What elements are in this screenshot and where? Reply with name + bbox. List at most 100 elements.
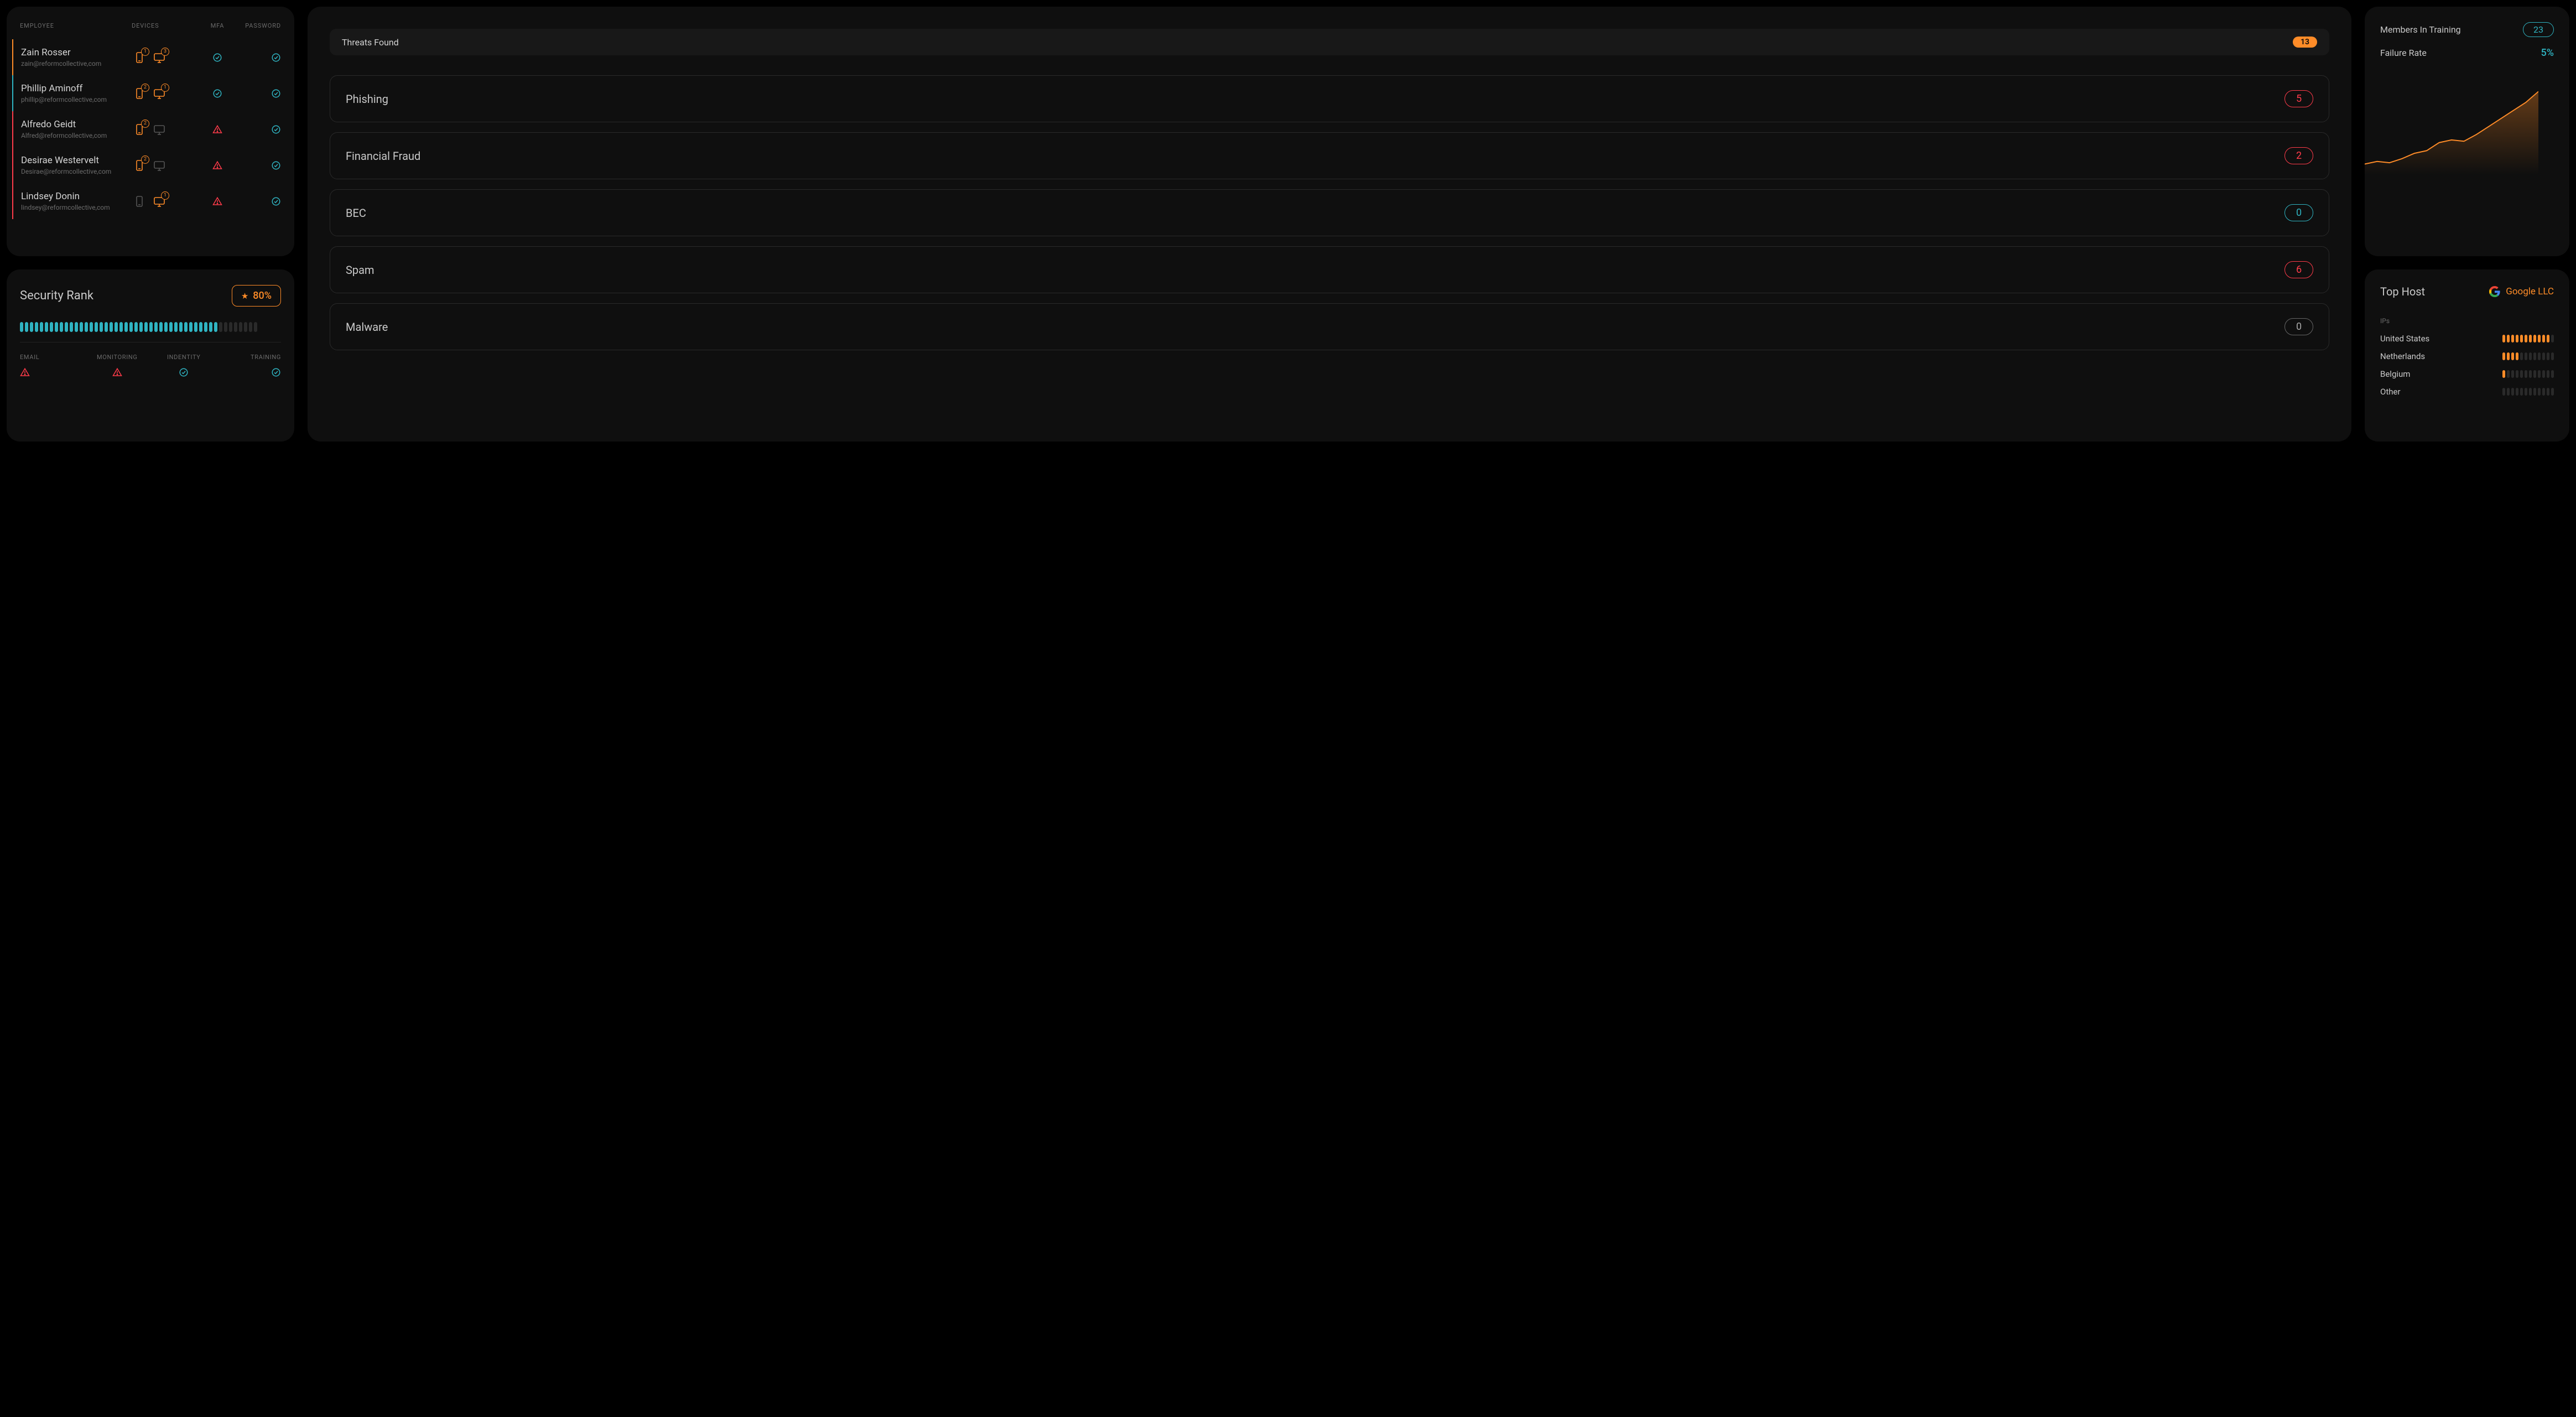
google-icon bbox=[2489, 286, 2500, 297]
security-rank-title: Security Rank bbox=[20, 289, 93, 303]
top-host-name-text: Google LLC bbox=[2506, 286, 2554, 297]
employee-email: zain@reformcollective,com bbox=[21, 60, 132, 68]
ip-bar bbox=[2502, 388, 2554, 396]
threat-count-pill: 2 bbox=[2284, 147, 2313, 164]
training-card: Members In Training 23 Failure Rate 5% bbox=[2365, 7, 2569, 256]
phone-count-badge: 1 bbox=[141, 48, 149, 56]
phone-icon: 2 bbox=[132, 122, 147, 137]
threat-item[interactable]: Spam 6 bbox=[330, 246, 2329, 293]
employee-name: Phillip Aminoff bbox=[21, 83, 132, 94]
desktop-icon bbox=[152, 122, 167, 137]
threat-item[interactable]: Malware 0 bbox=[330, 303, 2329, 350]
phone-icon bbox=[132, 194, 147, 209]
security-rank-badge: 80% bbox=[232, 285, 281, 307]
threat-name: BEC bbox=[346, 206, 366, 220]
ip-country: Netherlands bbox=[2380, 351, 2425, 361]
threats-header[interactable]: Threats Found 13 bbox=[330, 29, 2329, 55]
employee-devices: 2 bbox=[132, 158, 198, 173]
col-employee: EMPLOYEE bbox=[20, 22, 132, 29]
rank-category: MONITORING bbox=[87, 354, 148, 380]
rank-category-label: INDENTITY bbox=[153, 354, 215, 361]
threat-count-pill: 6 bbox=[2284, 261, 2313, 278]
employee-row[interactable]: Lindsey Donin lindsey@reformcollective,co… bbox=[12, 183, 281, 219]
ip-country: Other bbox=[2380, 387, 2401, 397]
ip-row: United States bbox=[2380, 334, 2554, 344]
employee-name: Zain Rosser bbox=[21, 47, 132, 58]
threats-count-pill: 13 bbox=[2293, 37, 2317, 48]
employee-devices: 21 bbox=[132, 86, 198, 101]
employee-devices: 1 bbox=[132, 194, 198, 209]
phone-icon: 2 bbox=[132, 86, 147, 101]
password-status bbox=[237, 124, 281, 134]
employee-row[interactable]: Phillip Aminoffphillip@reformcollective,… bbox=[12, 75, 281, 111]
threat-name: Malware bbox=[346, 320, 388, 334]
desktop-icon: 3 bbox=[152, 50, 167, 65]
threat-count-pill: 0 bbox=[2284, 318, 2313, 335]
rank-category-label: EMAIL bbox=[20, 354, 81, 361]
col-password: PASSWORD bbox=[237, 22, 281, 29]
top-host-value: Google LLC bbox=[2489, 286, 2554, 297]
employee-row[interactable]: Alfredo Geidt Alfred@reformcollective,com… bbox=[12, 111, 281, 147]
phone-icon: 2 bbox=[132, 158, 147, 173]
employee-row[interactable]: Desirae Westervelt Desirae@reformcollecti… bbox=[12, 147, 281, 183]
desktop-count-badge: 1 bbox=[161, 191, 169, 200]
top-host-title: Top Host bbox=[2380, 285, 2425, 298]
rank-category-label: MONITORING bbox=[87, 354, 148, 361]
password-status bbox=[237, 89, 281, 98]
desktop-count-badge: 1 bbox=[161, 84, 169, 92]
security-rank-progress bbox=[20, 322, 281, 332]
employee-email: Desirae@reformcollective,com bbox=[21, 168, 132, 175]
employee-devices: 13 bbox=[132, 50, 198, 65]
ip-bar bbox=[2502, 370, 2554, 378]
threat-name: Spam bbox=[346, 263, 374, 277]
desktop-count-badge: 3 bbox=[161, 48, 169, 56]
members-in-training-label: Members In Training bbox=[2380, 24, 2461, 35]
ip-row: Other bbox=[2380, 387, 2554, 397]
desktop-icon: 1 bbox=[152, 86, 167, 101]
ip-country: United States bbox=[2380, 334, 2429, 344]
phone-count-badge: 2 bbox=[141, 120, 149, 128]
rank-category: EMAIL bbox=[20, 354, 81, 380]
mfa-status bbox=[198, 53, 237, 63]
members-in-training-pill: 23 bbox=[2523, 22, 2554, 37]
phone-icon: 1 bbox=[132, 50, 147, 65]
employee-row[interactable]: Zain Rosserzain@reformcollective,com13 bbox=[12, 39, 281, 75]
desktop-icon bbox=[152, 158, 167, 173]
threat-name: Phishing bbox=[346, 92, 388, 106]
password-status bbox=[237, 196, 281, 206]
col-devices: DEVICES bbox=[132, 22, 198, 29]
mfa-status bbox=[198, 124, 237, 134]
warning-icon bbox=[20, 367, 81, 380]
check-icon bbox=[220, 367, 282, 380]
ip-bar bbox=[2502, 352, 2554, 360]
employees-headers: EMPLOYEE DEVICES MFA PASSWORD bbox=[20, 22, 281, 39]
threat-item[interactable]: BEC 0 bbox=[330, 189, 2329, 236]
rank-category: INDENTITY bbox=[153, 354, 215, 380]
employee-devices: 2 bbox=[132, 122, 198, 137]
mfa-status bbox=[198, 196, 237, 206]
employee-email: lindsey@reformcollective,com bbox=[21, 204, 132, 211]
threat-item[interactable]: Phishing5 bbox=[330, 75, 2329, 122]
phone-count-badge: 2 bbox=[141, 84, 149, 92]
failure-rate-value: 5% bbox=[2541, 47, 2554, 59]
mfa-status bbox=[198, 89, 237, 98]
employee-name: Alfredo Geidt bbox=[21, 119, 132, 130]
threat-name: Financial Fraud bbox=[346, 149, 420, 163]
warning-icon bbox=[87, 367, 148, 380]
threat-count-pill: 0 bbox=[2284, 204, 2313, 221]
employee-name: Desirae Westervelt bbox=[21, 155, 132, 166]
rank-category: TRAINING bbox=[220, 354, 282, 380]
employee-name: Lindsey Donin bbox=[21, 191, 132, 202]
mfa-status bbox=[198, 160, 237, 170]
password-status bbox=[237, 160, 281, 170]
threat-item[interactable]: Financial Fraud 2 bbox=[330, 132, 2329, 179]
security-rank-card: Security Rank 80% EMAIL MONITORING INDENTI… bbox=[7, 269, 294, 442]
employee-email: Alfred@reformcollective,com bbox=[21, 132, 132, 139]
ip-bar bbox=[2502, 335, 2554, 342]
ips-label: IPs bbox=[2380, 317, 2554, 325]
rank-category-label: TRAINING bbox=[220, 354, 282, 361]
threats-header-label: Threats Found bbox=[342, 37, 399, 48]
desktop-icon: 1 bbox=[152, 194, 167, 209]
security-rank-value: 80% bbox=[253, 290, 272, 302]
check-icon bbox=[153, 367, 215, 380]
